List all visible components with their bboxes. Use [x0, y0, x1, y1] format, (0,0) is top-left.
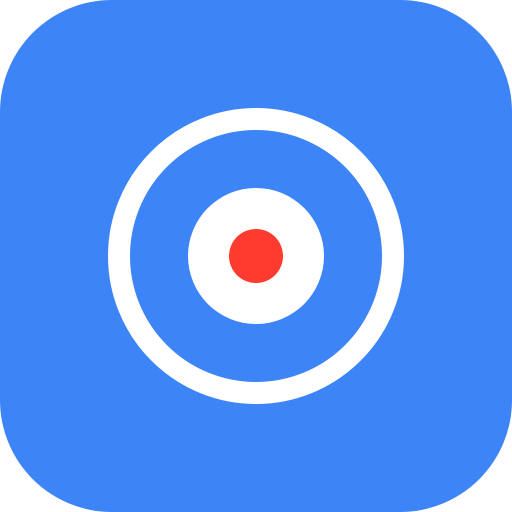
center-dot: [229, 229, 283, 283]
target-icon: [108, 108, 404, 404]
app-icon[interactable]: [0, 0, 512, 512]
